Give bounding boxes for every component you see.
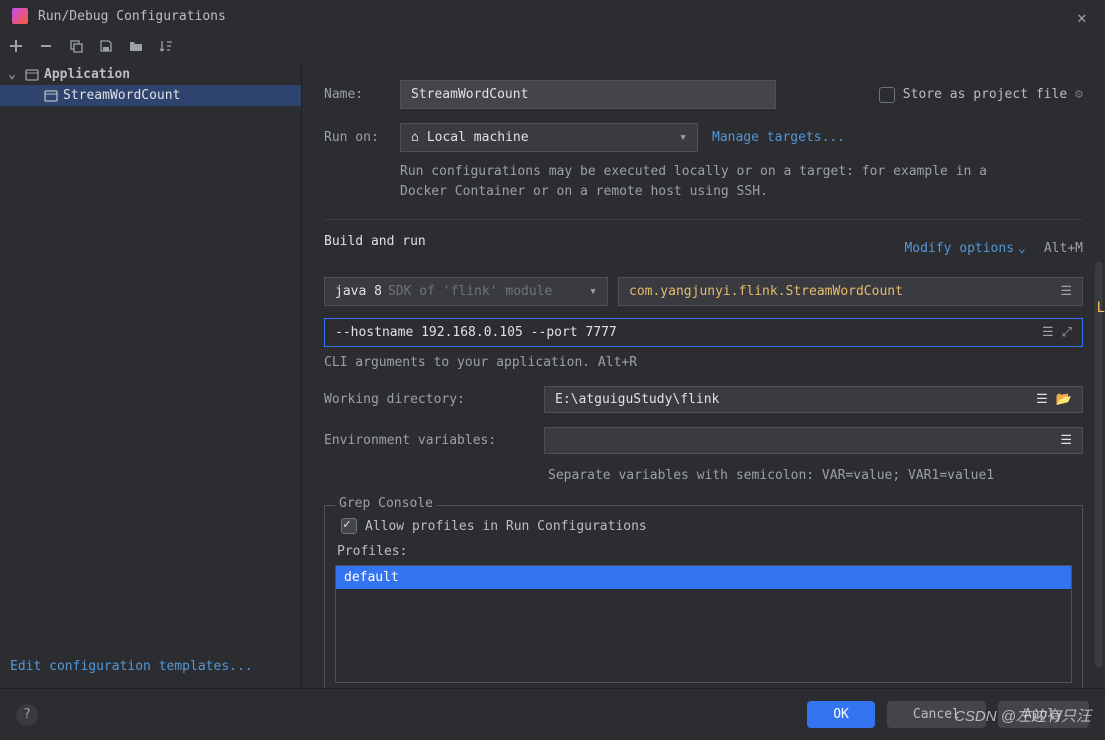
config-form: Name: Store as project file ⚙ Run on: ⌂ … [302, 62, 1105, 688]
list-icon[interactable]: ☰ [1060, 284, 1072, 299]
apply-button[interactable]: Apply [998, 701, 1089, 728]
grep-legend: Grep Console [335, 496, 437, 511]
remove-icon[interactable] [38, 38, 54, 54]
program-args-value: --hostname 192.168.0.105 --port 7777 [335, 325, 617, 340]
modify-options-link[interactable]: Modify options ⌄ [904, 241, 1025, 256]
store-label: Store as project file [903, 87, 1067, 102]
list-icon[interactable]: ☰ [1036, 392, 1048, 407]
main-class-value: com.yangjunyi.flink.StreamWordCount [629, 284, 903, 299]
tree-root-label: Application [44, 67, 130, 82]
env-vars-label: Environment variables: [324, 433, 524, 448]
sort-icon[interactable] [158, 38, 174, 54]
list-icon[interactable]: ☰ [1060, 433, 1072, 448]
modify-shortcut: Alt+M [1044, 241, 1083, 256]
profiles-list[interactable]: default [335, 565, 1072, 683]
working-dir-input[interactable]: E:\atguiguStudy\flink ☰ 📂 [544, 386, 1083, 413]
sdk-module-label: SDK of 'flink' module [388, 284, 552, 299]
application-type-icon [25, 68, 39, 82]
edit-templates-link[interactable]: Edit configuration templates... [0, 649, 301, 688]
chevron-down-icon: ▾ [679, 130, 687, 145]
build-run-title: Build and run [324, 234, 426, 249]
copy-icon[interactable] [68, 38, 84, 54]
profiles-label: Profiles: [337, 544, 1072, 559]
tree-root-application[interactable]: ⌄ Application [0, 64, 301, 85]
args-hint: CLI arguments to your application. Alt+R [324, 355, 1083, 370]
config-tree-panel: ⌄ Application StreamWordCount Edit confi… [0, 62, 302, 688]
working-dir-label: Working directory: [324, 392, 524, 407]
folder-icon[interactable] [128, 38, 144, 54]
folder-open-icon[interactable]: 📂 [1056, 392, 1072, 407]
add-icon[interactable] [8, 38, 24, 54]
main-class-input[interactable]: com.yangjunyi.flink.StreamWordCount ☰ [618, 277, 1083, 306]
grep-console-fieldset: Grep Console Allow profiles in Run Confi… [324, 505, 1083, 688]
tree-item-label: StreamWordCount [63, 88, 180, 103]
env-vars-input[interactable]: ☰ [544, 427, 1083, 454]
sdk-java-label: java 8 [335, 284, 382, 299]
save-icon[interactable] [98, 38, 114, 54]
manage-targets-link[interactable]: Manage targets... [712, 130, 845, 145]
chevron-down-icon: ⌄ [8, 67, 20, 82]
runon-label: Run on: [324, 130, 386, 145]
runon-hint: Run configurations may be executed local… [400, 162, 1040, 201]
help-icon[interactable]: ? [16, 704, 38, 726]
runon-value: Local machine [427, 130, 529, 145]
close-icon[interactable]: ✕ [1077, 8, 1093, 24]
env-hint: Separate variables with semicolon: VAR=v… [548, 468, 1083, 483]
expand-icon[interactable]: ⤢ [1062, 325, 1072, 340]
side-marker: L [1097, 300, 1105, 316]
program-args-input[interactable]: --hostname 192.168.0.105 --port 7777 ☰ ⤢ [324, 318, 1083, 347]
store-as-project-checkbox[interactable] [879, 87, 895, 103]
window-title: Run/Debug Configurations [38, 9, 1077, 24]
ok-button[interactable]: OK [807, 701, 875, 728]
allow-profiles-label: Allow profiles in Run Configurations [365, 519, 647, 534]
name-input[interactable] [400, 80, 776, 109]
run-config-icon [44, 89, 58, 103]
home-icon: ⌂ [411, 130, 419, 145]
config-toolbar [0, 32, 1105, 62]
sdk-dropdown[interactable]: java 8 SDK of 'flink' module ▾ [324, 277, 608, 306]
list-icon[interactable]: ☰ [1042, 325, 1054, 340]
working-dir-value: E:\atguiguStudy\flink [555, 392, 1036, 407]
name-label: Name: [324, 87, 386, 102]
scrollbar[interactable] [1095, 262, 1103, 668]
cancel-button[interactable]: Cancel [887, 701, 986, 728]
app-logo-icon [12, 8, 28, 24]
gear-icon[interactable]: ⚙ [1075, 87, 1083, 102]
chevron-down-icon: ⌄ [1018, 241, 1026, 256]
tree-item-streamwordcount[interactable]: StreamWordCount [0, 85, 301, 106]
runon-dropdown[interactable]: ⌂ Local machine ▾ [400, 123, 698, 152]
divider [324, 219, 1083, 220]
chevron-down-icon: ▾ [589, 284, 597, 299]
profile-item[interactable]: default [336, 566, 1071, 589]
allow-profiles-checkbox[interactable] [341, 518, 357, 534]
